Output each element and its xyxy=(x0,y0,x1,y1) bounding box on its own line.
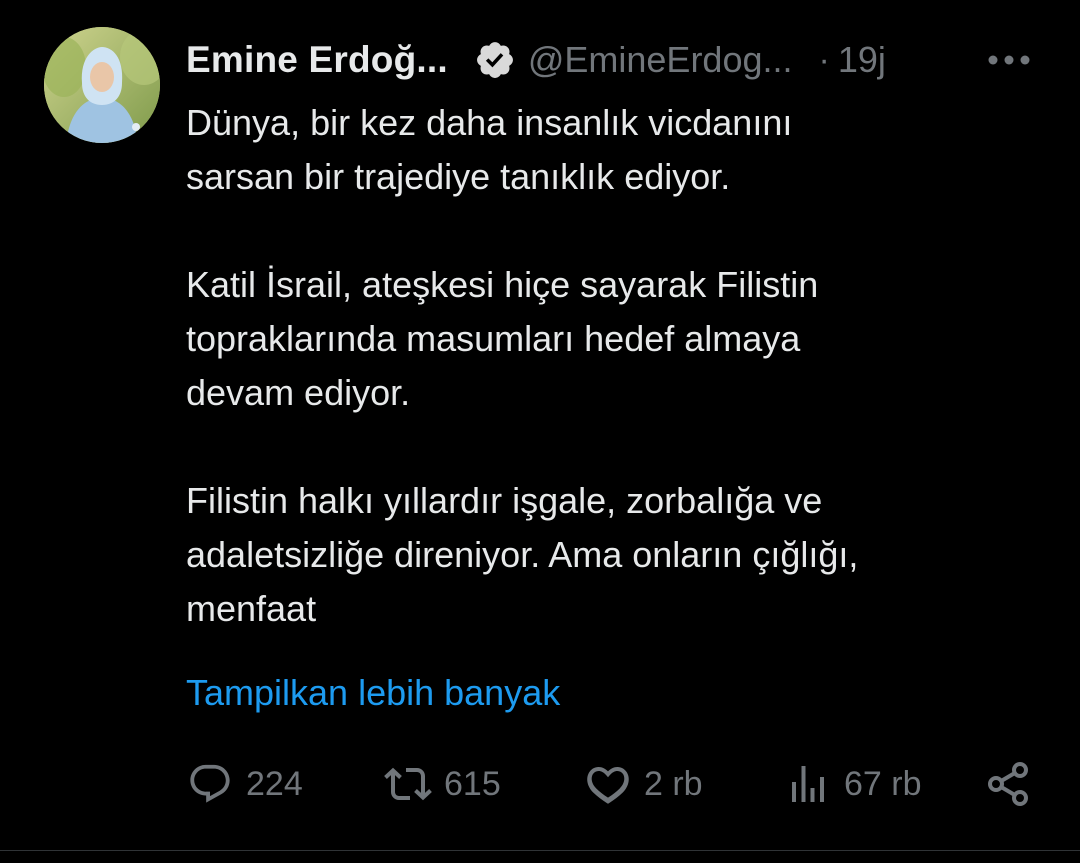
tweet-line: devam ediyor. xyxy=(186,372,411,413)
tweet-line: topraklarında masumları hedef almaya xyxy=(186,318,801,359)
like-button[interactable]: 2 rb xyxy=(584,752,703,816)
tweet[interactable]: Emine Erdoğ... @EmineErdog... · 19j Düny… xyxy=(0,0,1080,851)
author-handle[interactable]: @EmineErdog... xyxy=(528,39,793,81)
divider xyxy=(0,850,1080,851)
tweet-line: Dünya, bir kez daha insanlık vicdanını xyxy=(186,102,793,143)
tweet-line: adaletsizliğe direniyor. Ama onların çığ… xyxy=(186,534,859,575)
views-count: 67 rb xyxy=(844,764,922,803)
reply-icon xyxy=(186,760,234,808)
more-options-icon[interactable] xyxy=(986,40,1032,80)
tweet-line: sarsan bir trajediye tanıklık ediyor. xyxy=(186,156,731,197)
tweet-line: Filistin halkı yıllardır işgale, zorbalı… xyxy=(186,480,823,521)
retweet-button[interactable]: 615 xyxy=(384,752,501,816)
like-count: 2 rb xyxy=(644,764,703,803)
reply-button[interactable]: 224 xyxy=(186,752,303,816)
show-more-link[interactable]: Tampilkan lebih banyak xyxy=(186,666,560,720)
retweet-icon xyxy=(384,760,432,808)
share-button[interactable] xyxy=(984,752,1032,816)
share-icon xyxy=(984,760,1032,808)
action-bar: 224 615 2 rb 67 rb xyxy=(0,752,1080,816)
tweet-header: Emine Erdoğ... @EmineErdog... · 19j xyxy=(186,32,1046,88)
heart-icon xyxy=(584,760,632,808)
avatar[interactable] xyxy=(44,27,160,143)
author-display-name[interactable]: Emine Erdoğ... xyxy=(186,39,448,81)
views-chart-icon xyxy=(784,760,832,808)
verified-badge-icon[interactable] xyxy=(474,39,516,81)
tweet-line: Katil İsrail, ateşkesi hiçe sayarak Fili… xyxy=(186,264,819,305)
tweet-timestamp[interactable]: 19j xyxy=(838,39,886,81)
tweet-text: Dünya, bir kez daha insanlık vicdanını s… xyxy=(186,96,1066,636)
views-button[interactable]: 67 rb xyxy=(784,752,922,816)
retweet-count: 615 xyxy=(444,764,501,803)
separator-dot: · xyxy=(818,40,830,79)
tweet-line: menfaat xyxy=(186,588,317,629)
reply-count: 224 xyxy=(246,764,303,803)
